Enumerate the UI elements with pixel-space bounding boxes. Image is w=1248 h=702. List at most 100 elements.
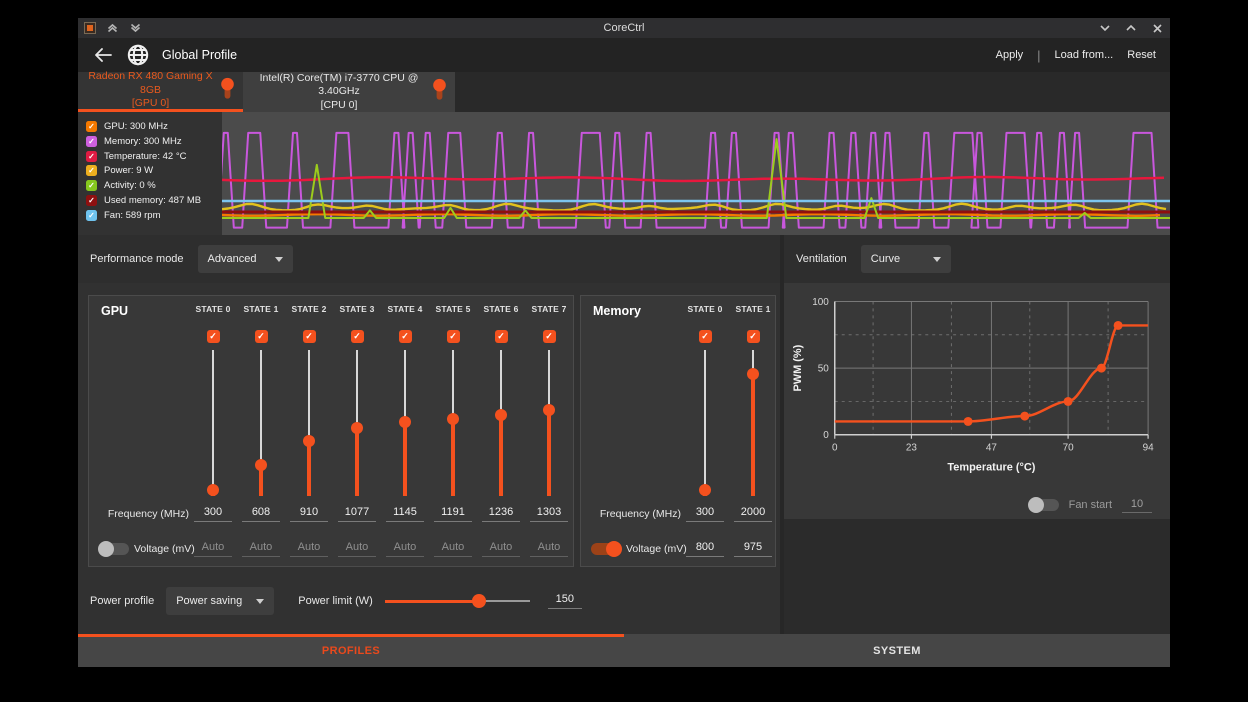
frequency-value[interactable]: 1191 xyxy=(434,496,472,532)
frequency-slider[interactable] xyxy=(254,348,268,496)
frequency-value[interactable]: 300 xyxy=(194,496,232,532)
load-from-button[interactable]: Load from... xyxy=(1055,49,1114,61)
state-checkbox[interactable]: ✓ xyxy=(747,330,760,343)
voltage-value: Auto xyxy=(290,532,328,566)
frequency-slider[interactable] xyxy=(350,348,364,496)
slider-handle[interactable] xyxy=(747,368,759,380)
slider-handle[interactable] xyxy=(699,484,711,496)
state-checkbox[interactable]: ✓ xyxy=(351,330,364,343)
performance-mode-select[interactable]: Advanced xyxy=(198,245,293,273)
frequency-value[interactable]: 1077 xyxy=(338,496,376,532)
pin-icon[interactable] xyxy=(432,79,447,106)
ventilation-mode-select[interactable]: Curve xyxy=(861,245,951,273)
reset-button[interactable]: Reset xyxy=(1127,49,1156,61)
tab-profiles[interactable]: PROFILES xyxy=(78,634,624,667)
profile-title: Global Profile xyxy=(162,48,237,62)
minimize-icon[interactable] xyxy=(1098,21,1112,35)
fan-start-label: Fan start xyxy=(1069,499,1112,511)
fan-curve-point[interactable] xyxy=(1020,412,1029,421)
frequency-slider[interactable] xyxy=(746,348,760,496)
state-checkbox[interactable]: ✓ xyxy=(255,330,268,343)
maximize-icon[interactable] xyxy=(1124,21,1138,35)
voltage-value[interactable]: 975 xyxy=(734,532,772,566)
state-checkbox[interactable]: ✓ xyxy=(699,330,712,343)
legend-label: Activity: 0 % xyxy=(104,180,156,191)
power-profile-select[interactable]: Power saving xyxy=(166,587,274,615)
keep-below-icon[interactable] xyxy=(128,21,142,35)
legend-checkbox[interactable]: ✓ xyxy=(86,136,97,147)
frequency-slider[interactable] xyxy=(446,348,460,496)
slider-handle[interactable] xyxy=(303,435,315,447)
frequency-value[interactable]: 910 xyxy=(290,496,328,532)
power-limit-slider[interactable] xyxy=(385,594,530,608)
frequency-slider[interactable] xyxy=(542,348,556,496)
state-checkbox[interactable]: ✓ xyxy=(543,330,556,343)
voltage-value[interactable]: 800 xyxy=(686,532,724,566)
performance-mode-row: Performance mode Advanced xyxy=(78,235,780,283)
frequency-slider[interactable] xyxy=(494,348,508,496)
ventilation-column: Ventilation Curve 050100023477094Tempera… xyxy=(784,235,1170,634)
apply-button[interactable]: Apply xyxy=(996,49,1024,61)
tab-system[interactable]: SYSTEM xyxy=(624,634,1170,667)
frequency-slider[interactable] xyxy=(206,348,220,496)
legend-label: Power: 9 W xyxy=(104,165,153,176)
state-column: STATE 0✓300Auto xyxy=(189,304,237,566)
frequency-value[interactable]: 1236 xyxy=(482,496,520,532)
close-icon[interactable] xyxy=(1150,21,1164,35)
fan-curve-point[interactable] xyxy=(1114,321,1123,330)
legend-checkbox[interactable]: ✓ xyxy=(86,151,97,162)
voltage-value: Auto xyxy=(434,532,472,566)
frequency-value[interactable]: 608 xyxy=(242,496,280,532)
keep-above-icon[interactable] xyxy=(105,21,119,35)
frequency-value[interactable]: 1145 xyxy=(386,496,424,532)
frequency-slider[interactable] xyxy=(698,348,712,496)
sensor-monitor: ✓GPU: 300 MHz✓Memory: 300 MHz✓Temperatur… xyxy=(78,112,1170,235)
fan-curve-point[interactable] xyxy=(964,417,973,426)
state-checkbox[interactable]: ✓ xyxy=(207,330,220,343)
slider-handle[interactable] xyxy=(495,409,507,421)
legend-checkbox[interactable]: ✓ xyxy=(86,165,97,176)
slider-handle[interactable] xyxy=(447,413,459,425)
state-checkbox[interactable]: ✓ xyxy=(303,330,316,343)
state-checkbox[interactable]: ✓ xyxy=(399,330,412,343)
legend-checkbox[interactable]: ✓ xyxy=(86,180,97,191)
chevron-down-icon xyxy=(933,257,941,262)
state-label: STATE 6 xyxy=(483,304,518,324)
legend-item: ✓Memory: 300 MHz xyxy=(86,135,222,148)
fan-start-toggle[interactable] xyxy=(1029,499,1059,511)
tab-cpu-device[interactable]: Intel(R) Core(TM) i7-3770 CPU @ 3.40GHz … xyxy=(243,72,455,112)
power-limit-label: Power limit (W) xyxy=(298,595,373,607)
frequency-slider[interactable] xyxy=(398,348,412,496)
slider-handle[interactable] xyxy=(472,594,486,608)
frequency-slider[interactable] xyxy=(302,348,316,496)
memory-panel-title: Memory xyxy=(581,304,681,324)
main-area: Performance mode Advanced GPU Frequency … xyxy=(78,235,1170,634)
power-limit-value[interactable]: 150 xyxy=(548,593,582,609)
state-checkbox[interactable]: ✓ xyxy=(495,330,508,343)
slider-handle[interactable] xyxy=(351,422,363,434)
fan-curve-point[interactable] xyxy=(1097,364,1106,373)
slider-handle[interactable] xyxy=(399,416,411,428)
slider-handle[interactable] xyxy=(207,484,219,496)
voltage-value: Auto xyxy=(482,532,520,566)
header-separator: | xyxy=(1037,48,1040,63)
fan-curve-point[interactable] xyxy=(1064,397,1073,406)
gpu-voltage-toggle[interactable] xyxy=(99,543,129,555)
back-button[interactable] xyxy=(92,44,114,66)
slider-handle[interactable] xyxy=(543,404,555,416)
tab-gpu-device[interactable]: Radeon RX 480 Gaming X 8GB [GPU 0] xyxy=(78,72,243,112)
legend-checkbox[interactable]: ✓ xyxy=(86,195,97,206)
state-checkbox[interactable]: ✓ xyxy=(447,330,460,343)
legend-checkbox[interactable]: ✓ xyxy=(86,210,97,221)
pin-icon[interactable] xyxy=(220,77,235,104)
frequency-value[interactable]: 1303 xyxy=(530,496,568,532)
fan-curve-chart[interactable]: 050100023477094Temperature (°C)PWM (%) xyxy=(788,287,1168,493)
desktop: CoreCtrl xyxy=(0,0,1248,702)
frequency-value[interactable]: 2000 xyxy=(734,496,772,532)
slider-handle[interactable] xyxy=(255,459,267,471)
legend-checkbox[interactable]: ✓ xyxy=(86,121,97,132)
frequency-value[interactable]: 300 xyxy=(686,496,724,532)
memory-voltage-toggle[interactable] xyxy=(591,543,621,555)
power-profile-label: Power profile xyxy=(90,595,154,607)
performance-column: Performance mode Advanced GPU Frequency … xyxy=(78,235,780,634)
